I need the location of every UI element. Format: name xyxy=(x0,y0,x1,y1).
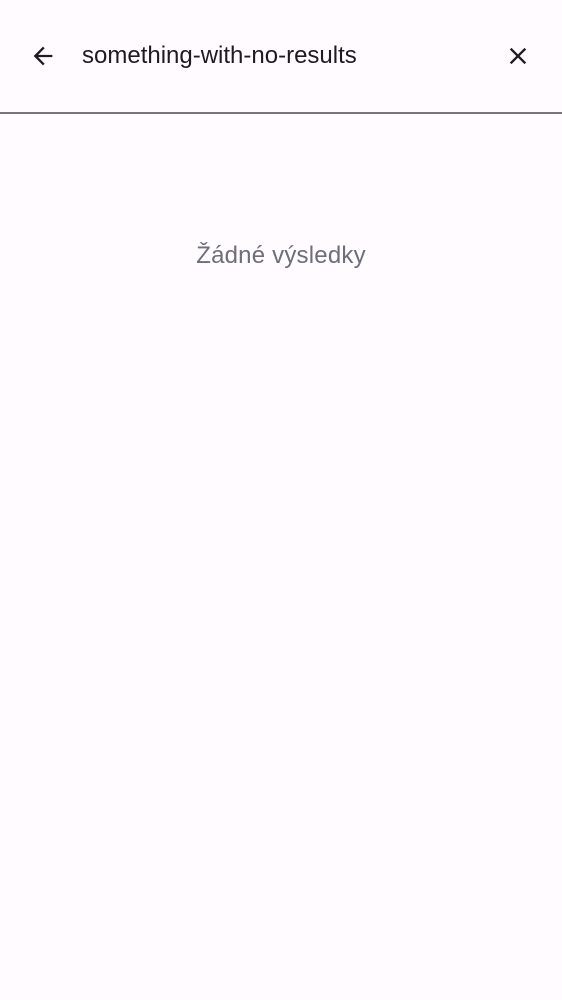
search-screen: Žádné výsledky xyxy=(0,0,562,1000)
back-button[interactable] xyxy=(15,28,71,84)
search-results: Žádné výsledky xyxy=(0,114,562,1000)
search-bar xyxy=(0,0,562,112)
clear-search-button[interactable] xyxy=(490,28,546,84)
close-icon xyxy=(504,42,532,70)
arrow-back-icon xyxy=(29,42,57,70)
search-input[interactable] xyxy=(82,36,472,76)
empty-results-message: Žádné výsledky xyxy=(196,242,366,269)
